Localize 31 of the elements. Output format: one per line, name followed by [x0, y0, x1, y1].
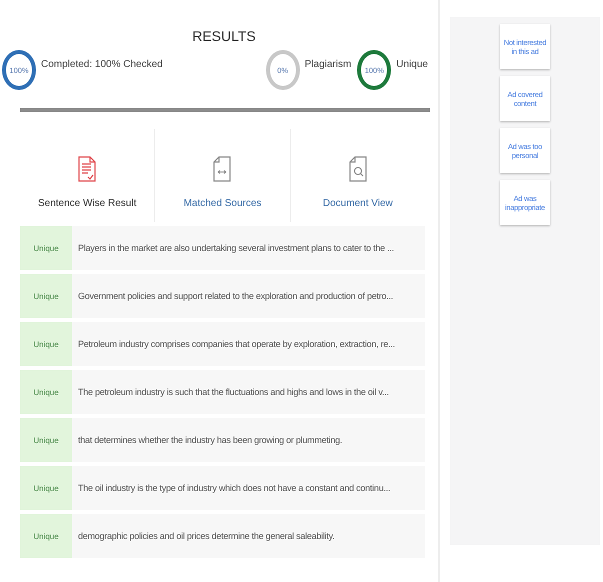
results-title: RESULTS [191, 27, 257, 46]
meter-label: Completed: 100% Checked [41, 58, 163, 70]
result-tab[interactable]: Matched Sources [155, 129, 290, 222]
sentence-text: Petroleum industry comprises companies that operate by exploration, extraction, re... [77, 339, 395, 349]
meter-label: Plagiarism [304, 58, 352, 70]
report-icon [78, 156, 96, 182]
status-label: Unique [20, 418, 72, 462]
result-tab[interactable]: Sentence Wise Result [20, 129, 154, 222]
status-label: Unique [20, 514, 72, 558]
status-label: Unique [20, 370, 72, 414]
sentence-row[interactable]: Unique demographic policies and oil prices determine the general saleability. [20, 514, 425, 558]
sentence-row[interactable]: Unique Petroleum industry comprises companies that operate by exploration, extraction, re... [20, 322, 425, 366]
result-tab[interactable]: Document View [290, 129, 425, 222]
sentence-text: Government policies and support related to the exploration and production of petro... [77, 291, 393, 301]
document-arrows-icon [213, 156, 232, 182]
sentence-text: demographic policies and oil prices determine the general saleability. [77, 531, 334, 541]
sentence-text: Players in the market are also undertaking several investment plans to cater to the ... [77, 243, 394, 253]
sentence-row[interactable]: Unique Government policies and support related to the exploration and production of petro... [20, 274, 425, 318]
sentence-text: that determines whether the industry has been growing or plummeting. [77, 435, 342, 445]
status-label: Unique [20, 466, 72, 510]
status-label: Unique [20, 322, 72, 366]
sentence-row[interactable]: Unique that determines whether the industry has been growing or plummeting. [20, 418, 425, 462]
sentence-row[interactable]: Unique The oil industry is the type of industry which does not have a constant and continu... [20, 466, 425, 510]
document-search-icon [348, 156, 367, 182]
sentence-row[interactable]: Unique The petroleum industry is such that the fluctuations and highs and lows in the oil v... [20, 370, 425, 414]
status-label: Unique [20, 274, 72, 318]
sentence-text: The petroleum industry is such that the fluctuations and highs and lows in the oil v... [77, 387, 389, 397]
status-label: Unique [20, 226, 72, 270]
meter-label: Unique [396, 58, 428, 70]
sentence-row[interactable]: Unique Players in the market are also undertaking several investment plans to cater to the ... [20, 226, 425, 270]
sentence-text: The oil industry is the type of industry which does not have a constant and continu... [77, 483, 390, 493]
